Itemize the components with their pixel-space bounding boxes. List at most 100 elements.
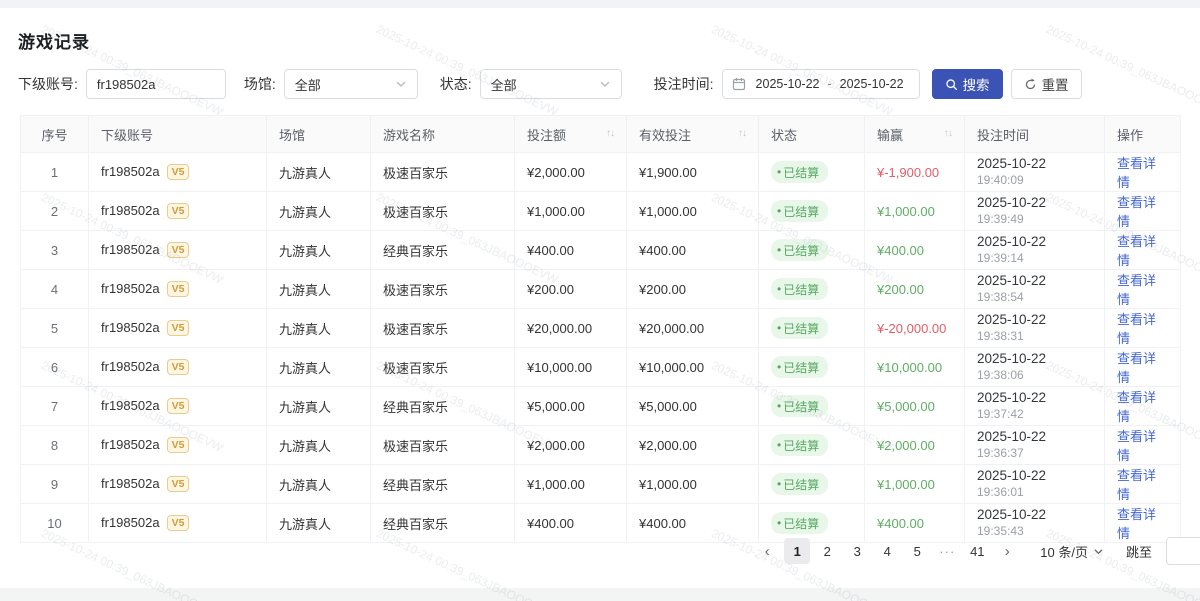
page-number-button[interactable]: 1 [784, 538, 810, 564]
column-label: 输赢 [877, 125, 903, 144]
game-records-table: 序号下级账号场馆游戏名称投注额↑↓有效投注↑↓状态输赢↑↓投注时间操作 1fr1… [20, 115, 1181, 543]
page-number-button[interactable]: 2 [814, 538, 840, 564]
date-end: 2025-10-22 [834, 77, 910, 91]
bet-date: 2025-10-22 [977, 429, 1092, 446]
cell-game-name: 经典百家乐 [371, 387, 515, 426]
status-badge: •已结算 [771, 239, 828, 261]
cell-account: fr198502aV5 [89, 231, 267, 270]
cell-win-loss: ¥-20,000.00 [865, 309, 965, 348]
page-number-button[interactable]: 3 [844, 538, 870, 564]
venue-select-value: 全部 [295, 75, 321, 94]
view-details-link[interactable]: 查看详情 [1117, 195, 1156, 229]
column-label: 操作 [1117, 125, 1143, 144]
cell-bet-time: 2025-10-2219:40:09 [965, 153, 1105, 192]
cell-index: 1 [21, 153, 89, 192]
column-header-5[interactable]: 投注额↑↓ [515, 116, 627, 153]
cell-game-name: 极速百家乐 [371, 348, 515, 387]
column-header-6[interactable]: 有效投注↑↓ [627, 116, 759, 153]
next-page-button[interactable]: › [994, 538, 1020, 564]
status-select[interactable]: 全部 [480, 69, 622, 99]
cell-venue: 九游真人 [267, 348, 371, 387]
cell-venue: 九游真人 [267, 465, 371, 504]
status-dot-icon: • [777, 244, 781, 256]
venue-label: 场馆: [244, 74, 276, 94]
page-number-button[interactable]: 41 [964, 538, 990, 564]
view-details-link[interactable]: 查看详情 [1117, 351, 1156, 385]
bet-date: 2025-10-22 [977, 156, 1092, 173]
account-input[interactable] [86, 69, 226, 99]
bet-clock-time: 19:38:31 [977, 329, 1092, 344]
view-details-link[interactable]: 查看详情 [1117, 390, 1156, 424]
cell-bet-time: 2025-10-2219:39:49 [965, 192, 1105, 231]
vip-level-badge: V5 [167, 164, 190, 180]
sort-icon[interactable]: ↑↓ [944, 129, 952, 139]
column-header-8[interactable]: 输赢 ↑↓ [865, 116, 965, 153]
cell-status: •已结算 [759, 348, 865, 387]
vip-level-badge: V5 [167, 437, 190, 453]
status-dot-icon: • [777, 517, 781, 529]
cell-bet-amount: ¥5,000.00 [515, 387, 627, 426]
table-row: 8fr198502aV5九游真人极速百家乐¥2,000.00¥2,000.00•… [21, 426, 1181, 465]
table-row: 7fr198502aV5九游真人经典百家乐¥5,000.00¥5,000.00•… [21, 387, 1181, 426]
bet-date: 2025-10-22 [977, 273, 1092, 290]
table-row: 6fr198502aV5九游真人极速百家乐¥10,000.00¥10,000.0… [21, 348, 1181, 387]
column-header-9: 投注时间 [965, 116, 1105, 153]
view-details-link[interactable]: 查看详情 [1117, 156, 1156, 190]
status-text: 已结算 [783, 437, 819, 454]
view-details-link[interactable]: 查看详情 [1117, 273, 1156, 307]
bet-time-range-picker[interactable]: 2025-10-22 - 2025-10-22 [722, 69, 920, 99]
venue-select[interactable]: 全部 [284, 69, 418, 99]
status-badge: •已结算 [771, 278, 828, 300]
cell-game-name: 经典百家乐 [371, 231, 515, 270]
cell-account: fr198502aV5 [89, 348, 267, 387]
cell-bet-time: 2025-10-2219:37:42 [965, 387, 1105, 426]
window-top-edge [0, 0, 1200, 8]
account-text: fr198502a [101, 242, 160, 257]
view-details-link[interactable]: 查看详情 [1117, 234, 1156, 268]
table-header-row: 序号下级账号场馆游戏名称投注额↑↓有效投注↑↓状态输赢↑↓投注时间操作 [21, 116, 1181, 153]
view-details-link[interactable]: 查看详情 [1117, 468, 1156, 502]
column-header-4: 游戏名称 [371, 116, 515, 153]
status-dot-icon: • [777, 439, 781, 451]
jump-to-input[interactable] [1166, 537, 1200, 565]
cell-action: 查看详情 [1105, 309, 1181, 348]
view-details-link[interactable]: 查看详情 [1117, 507, 1156, 541]
status-badge: •已结算 [771, 356, 828, 378]
page-size-select[interactable]: 10 条/页 [1040, 542, 1104, 561]
date-separator: - [825, 77, 833, 91]
account-text: fr198502a [101, 359, 160, 374]
sort-icon[interactable]: ↑↓ [606, 129, 614, 139]
page-number-button[interactable]: 4 [874, 538, 900, 564]
cell-action: 查看详情 [1105, 231, 1181, 270]
pagination-ellipsis[interactable]: ··· [934, 538, 960, 564]
filter-bar: 下级账号: 场馆: 全部 状态: 全部 投注时间: 2025-10-22 - 2… [18, 69, 1200, 99]
cell-valid-bet: ¥400.00 [627, 231, 759, 270]
prev-page-button[interactable]: ‹ [754, 538, 780, 564]
bet-date: 2025-10-22 [977, 195, 1092, 212]
search-button[interactable]: 搜索 [932, 69, 1003, 99]
reset-button[interactable]: 重置 [1011, 69, 1082, 99]
cell-venue: 九游真人 [267, 426, 371, 465]
bet-date: 2025-10-22 [977, 234, 1092, 251]
cell-win-loss: ¥200.00 [865, 270, 965, 309]
cell-valid-bet: ¥200.00 [627, 270, 759, 309]
bet-clock-time: 19:36:37 [977, 446, 1092, 461]
cell-status: •已结算 [759, 387, 865, 426]
page-number-button[interactable]: 5 [904, 538, 930, 564]
cell-venue: 九游真人 [267, 192, 371, 231]
vip-level-badge: V5 [167, 515, 190, 531]
view-details-link[interactable]: 查看详情 [1117, 429, 1156, 463]
cell-account: fr198502aV5 [89, 465, 267, 504]
account-text: fr198502a [101, 203, 160, 218]
cell-game-name: 极速百家乐 [371, 192, 515, 231]
bet-date: 2025-10-22 [977, 468, 1092, 485]
status-dot-icon: • [777, 478, 781, 490]
status-badge: •已结算 [771, 473, 828, 495]
cell-bet-amount: ¥400.00 [515, 231, 627, 270]
vip-level-badge: V5 [167, 281, 190, 297]
status-text: 已结算 [783, 515, 819, 532]
view-details-link[interactable]: 查看详情 [1117, 312, 1156, 346]
account-text: fr198502a [101, 515, 160, 530]
sort-icon[interactable]: ↑↓ [738, 129, 746, 139]
table-row: 5fr198502aV5九游真人极速百家乐¥20,000.00¥20,000.0… [21, 309, 1181, 348]
